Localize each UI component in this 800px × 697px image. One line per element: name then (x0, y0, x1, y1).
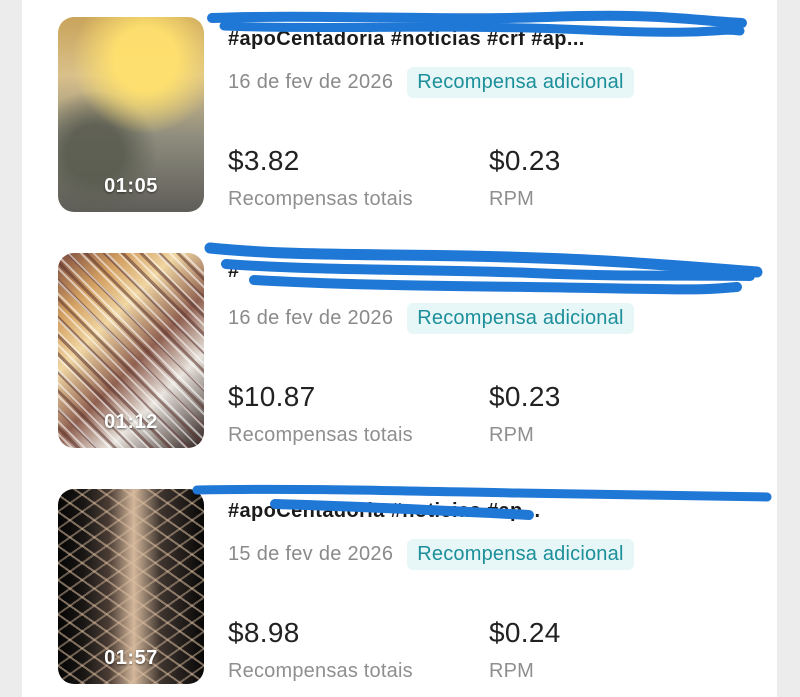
rpm-value: $0.24 (489, 617, 561, 648)
rpm-label: RPM (489, 188, 535, 210)
total-rewards-value: $10.87 (228, 381, 316, 412)
video-duration: 01:05 (104, 175, 158, 197)
rpm-metric: $0.23 RPM (489, 381, 561, 449)
total-rewards-metric: $10.87 Recompensas totais (228, 381, 413, 449)
video-date: 16 de fev de 2026 (228, 71, 394, 93)
video-title: #apoCentadoria #noticias #crf #ap... (228, 28, 585, 50)
bonus-reward-badge: Recompensa adicional (407, 67, 634, 98)
total-rewards-label: Recompensas totais (228, 660, 413, 682)
rpm-label: RPM (489, 424, 535, 446)
video-date: 15 de fev de 2026 (228, 543, 394, 565)
rpm-metric: $0.24 RPM (489, 617, 561, 685)
rpm-metric: $0.23 RPM (489, 145, 561, 213)
rpm-label: RPM (489, 660, 535, 682)
video-title: #apoCentadoria #noticias #ap... (228, 500, 541, 522)
video-item-3[interactable]: 01:57 #apoCentadoria #noticias #ap... 15… (22, 472, 777, 692)
video-duration: 01:12 (104, 411, 158, 433)
total-rewards-label: Recompensas totais (228, 188, 413, 210)
video-thumbnail[interactable]: 01:12 (58, 253, 204, 448)
video-earnings-list: 01:05 #apoCentadoria #noticias #crf #ap.… (22, 0, 777, 697)
video-duration: 01:57 (104, 647, 158, 669)
video-date: 16 de fev de 2026 (228, 307, 394, 329)
rpm-value: $0.23 (489, 145, 561, 176)
video-thumbnail[interactable]: 01:05 (58, 17, 204, 212)
video-meta-row: 16 de fev de 2026 Recompensa adicional (228, 67, 634, 98)
video-item-2[interactable]: 01:12 # 16 de fev de 2026 Recompensa adi… (22, 236, 777, 456)
video-thumbnail[interactable]: 01:57 (58, 489, 204, 684)
video-meta-row: 15 de fev de 2026 Recompensa adicional (228, 539, 634, 570)
total-rewards-label: Recompensas totais (228, 424, 413, 446)
total-rewards-metric: $3.82 Recompensas totais (228, 145, 413, 213)
video-meta-row: 16 de fev de 2026 Recompensa adicional (228, 303, 634, 334)
video-item-1[interactable]: 01:05 #apoCentadoria #noticias #crf #ap.… (22, 0, 777, 220)
video-title: # (228, 260, 240, 282)
total-rewards-metric: $8.98 Recompensas totais (228, 617, 413, 685)
total-rewards-value: $3.82 (228, 145, 300, 176)
rpm-value: $0.23 (489, 381, 561, 412)
total-rewards-value: $8.98 (228, 617, 300, 648)
bonus-reward-badge: Recompensa adicional (407, 539, 634, 570)
bonus-reward-badge: Recompensa adicional (407, 303, 634, 334)
